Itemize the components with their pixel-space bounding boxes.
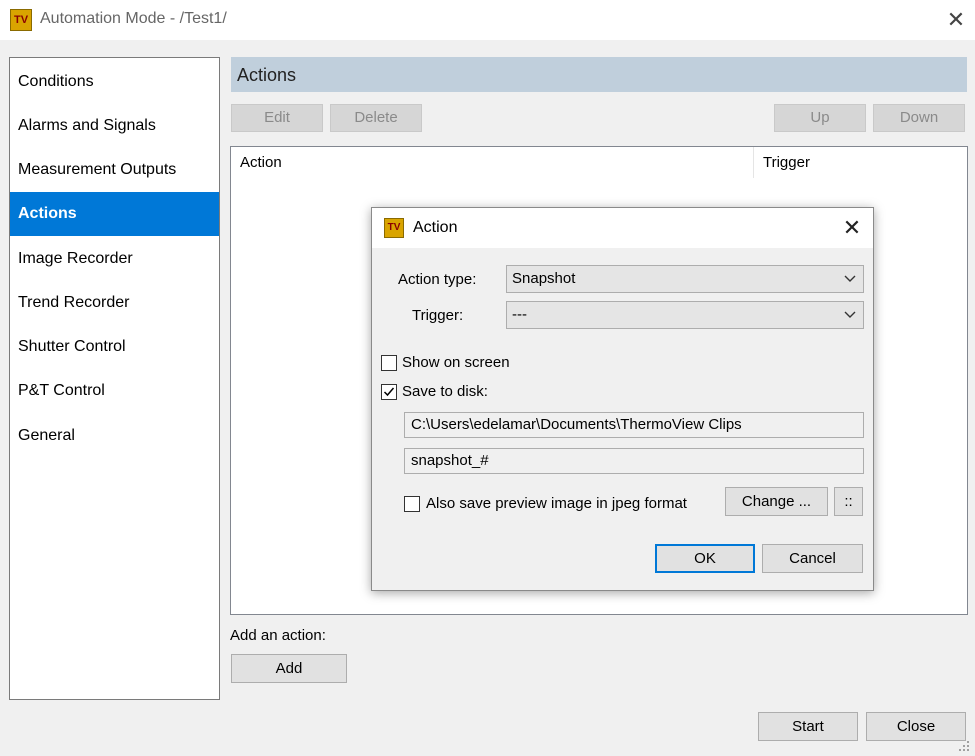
action-type-select[interactable]: Snapshot: [506, 265, 864, 293]
checkmark-icon: [383, 387, 395, 397]
dialog-titlebar: TV Action ✕: [372, 208, 873, 248]
close-button[interactable]: Close: [866, 712, 966, 741]
save-to-disk-label: Save to disk:: [402, 383, 488, 400]
window-titlebar: TV Automation Mode - /Test1/ ✕: [0, 0, 975, 40]
dialog-title: Action: [413, 219, 458, 236]
column-header-action[interactable]: Action: [240, 154, 282, 171]
sidebar-item-general[interactable]: General: [10, 414, 219, 458]
trigger-select[interactable]: ---: [506, 301, 864, 329]
app-logo-icon: TV: [10, 9, 32, 31]
jpeg-preview-label: Also save preview image in jpeg format: [426, 495, 687, 512]
sidebar-item-shutter-control[interactable]: Shutter Control: [10, 325, 219, 369]
cancel-button[interactable]: Cancel: [762, 544, 863, 573]
jpeg-preview-checkbox[interactable]: [404, 496, 420, 512]
action-dialog: TV Action ✕ Action type: Snapshot Trigge…: [371, 207, 874, 591]
show-on-screen-label: Show on screen: [402, 354, 510, 371]
add-button[interactable]: Add: [231, 654, 347, 683]
dialog-app-icon: TV: [384, 218, 404, 238]
sidebar-item-conditions[interactable]: Conditions: [10, 60, 219, 104]
start-button[interactable]: Start: [758, 712, 858, 741]
window-title: Automation Mode - /Test1/: [40, 10, 227, 27]
ok-button[interactable]: OK: [655, 544, 755, 573]
sidebar-item-image-recorder[interactable]: Image Recorder: [10, 237, 219, 281]
up-button[interactable]: Up: [774, 104, 866, 132]
column-header-trigger[interactable]: Trigger: [763, 154, 810, 171]
sidebar: Conditions Alarms and Signals Measuremen…: [9, 57, 220, 700]
change-button[interactable]: Change ...: [725, 487, 828, 516]
delete-button[interactable]: Delete: [330, 104, 422, 132]
sidebar-item-pt-control[interactable]: P&T Control: [10, 369, 219, 413]
sidebar-item-trend-recorder[interactable]: Trend Recorder: [10, 281, 219, 325]
action-type-value: Snapshot: [512, 270, 576, 287]
sidebar-item-actions[interactable]: Actions: [10, 192, 219, 236]
trigger-label: Trigger:: [412, 307, 464, 324]
sidebar-item-alarms-and-signals[interactable]: Alarms and Signals: [10, 104, 219, 148]
show-on-screen-checkbox[interactable]: [381, 355, 397, 371]
section-title: Actions: [237, 65, 297, 85]
edit-button[interactable]: Edit: [231, 104, 323, 132]
save-to-disk-checkbox[interactable]: [381, 384, 397, 400]
resize-grip-icon[interactable]: [958, 740, 970, 752]
sidebar-item-measurement-outputs[interactable]: Measurement Outputs: [10, 148, 219, 192]
column-divider: [753, 147, 754, 178]
section-header: Actions: [231, 57, 967, 92]
add-action-label: Add an action:: [230, 627, 326, 644]
trigger-value: ---: [512, 306, 527, 323]
action-type-label: Action type:: [398, 271, 477, 288]
more-options-button[interactable]: ::: [834, 487, 863, 516]
save-path-field[interactable]: C:\Users\edelamar\Documents\ThermoView C…: [404, 412, 864, 438]
chevron-down-icon: [844, 311, 856, 318]
filename-field[interactable]: snapshot_#: [404, 448, 864, 474]
window-close-icon[interactable]: ✕: [942, 6, 970, 34]
chevron-down-icon: [844, 275, 856, 282]
dialog-close-icon[interactable]: ✕: [838, 214, 866, 242]
down-button[interactable]: Down: [873, 104, 965, 132]
